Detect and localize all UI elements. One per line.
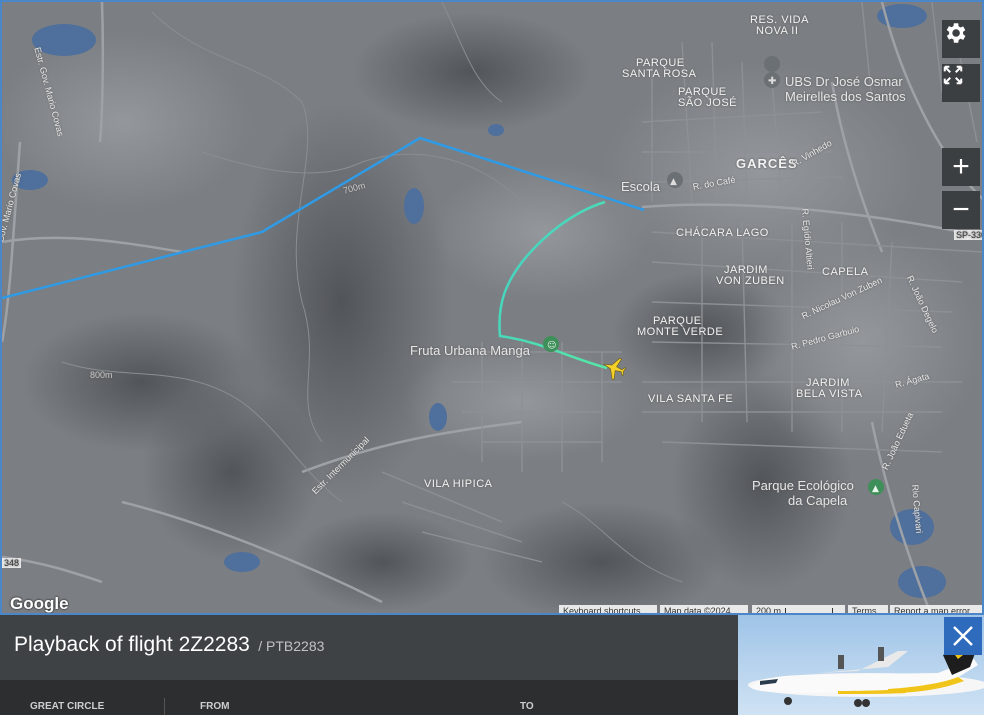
column-to: TO — [520, 701, 534, 712]
settings-button[interactable] — [942, 20, 980, 58]
label-von-zuben: VON ZUBEN — [716, 275, 785, 287]
map-view[interactable]: ✚ ▲ ☺ ▲ RES. VIDA NOVA II PARQUE SANTA R… — [0, 0, 984, 615]
playback-title: Playback of flight 2Z2283 — [14, 633, 250, 656]
report-error-link[interactable]: Report a map error — [890, 605, 982, 613]
label-monte-verde: MONTE VERDE — [637, 326, 724, 338]
route-summary-bar: GREAT CIRCLE FROM TO — [0, 680, 740, 715]
gear-icon — [946, 23, 966, 43]
column-from: FROM — [200, 701, 230, 712]
label-sao-jose: SÃO JOSÉ — [678, 97, 738, 109]
poi-marker-parque-ecologico[interactable]: ▲ — [868, 479, 884, 495]
poi-marker-fruta-urbana[interactable]: ☺ — [543, 336, 559, 352]
label-contour-800: 800m — [90, 370, 113, 380]
label-vila-santa-fe: VILA SANTA FE — [648, 393, 734, 405]
column-great-circle: GREAT CIRCLE — [30, 701, 105, 712]
svg-text:▲: ▲ — [670, 177, 677, 187]
svg-text:✚: ✚ — [768, 76, 776, 87]
fullscreen-button[interactable] — [942, 64, 980, 102]
scale-label: 200 m — [756, 606, 782, 615]
label-garces: GARCÊS — [736, 156, 798, 171]
svg-text:▲: ▲ — [872, 484, 879, 494]
svg-text:☺: ☺ — [547, 340, 556, 351]
playback-title-row: Playback of flight 2Z2283 / PTB2283 — [14, 633, 324, 657]
label-capela: CAPELA — [822, 266, 869, 278]
callsign-subtitle: / PTB2283 — [258, 638, 325, 654]
label-ubs-2: Meirelles dos Santos — [785, 89, 906, 104]
poi-marker-escola[interactable]: ▲ — [667, 172, 683, 188]
label-chacara-lago: CHÁCARA LAGO — [676, 227, 769, 239]
label-parque-ecologico: Parque Ecológico — [752, 478, 854, 493]
divider — [164, 698, 165, 715]
terms-link[interactable]: Terms — [848, 605, 888, 613]
label-fruta-urbana: Fruta Urbana Manga — [410, 343, 530, 358]
google-logo[interactable]: Google — [10, 594, 69, 613]
label-bela-vista: BELA VISTA — [796, 388, 863, 400]
label-ubs: UBS Dr José Osmar — [785, 74, 903, 89]
label-route-348: 348 — [2, 558, 22, 568]
close-button[interactable] — [944, 617, 982, 655]
map-data-label: Map data ©2024 — [660, 605, 748, 613]
label-da-capela: da Capela — [788, 493, 848, 508]
label-res-vida-nova-2: NOVA II — [756, 25, 799, 37]
keyboard-shortcuts-link[interactable]: Keyboard shortcuts — [559, 605, 657, 613]
scale-line — [785, 608, 834, 613]
label-sp330: SP-330 — [954, 230, 982, 240]
fullscreen-icon — [943, 65, 963, 85]
label-vila-hipica: VILA HIPICA — [424, 478, 493, 490]
zoom-out-button[interactable]: − — [942, 191, 980, 229]
close-icon — [953, 626, 973, 646]
label-santa-rosa: SANTA ROSA — [622, 68, 697, 80]
scale-bar[interactable]: 200 m — [752, 605, 845, 615]
zoom-in-button[interactable]: + — [942, 148, 980, 186]
label-escola: Escola — [621, 179, 661, 194]
